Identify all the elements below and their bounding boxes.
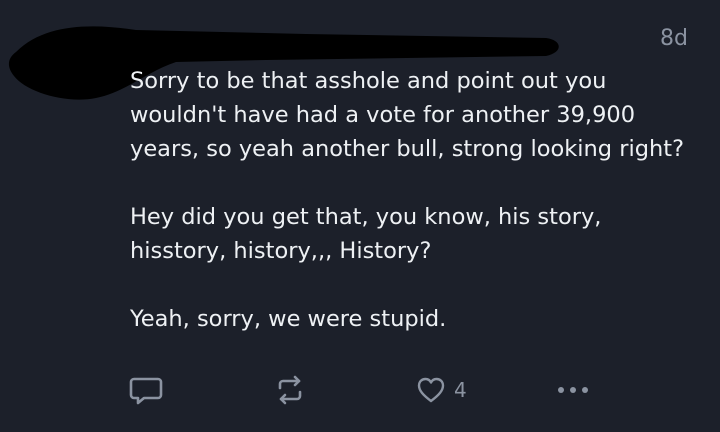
post-card: 8d Sorry to be that asshole and point ou… xyxy=(0,0,720,432)
post-actions: 4 xyxy=(0,370,720,410)
like-count: 4 xyxy=(454,378,467,402)
more-options-button[interactable] xyxy=(556,374,590,406)
post-body: Sorry to be that asshole and point out y… xyxy=(130,64,700,370)
reply-button[interactable] xyxy=(128,374,164,406)
like-button[interactable]: 4 xyxy=(416,374,467,406)
post-timestamp: 8d xyxy=(660,26,688,51)
repost-icon xyxy=(278,375,302,405)
repost-button[interactable] xyxy=(274,374,306,406)
post-paragraph: Sorry to be that asshole and point out y… xyxy=(130,68,685,162)
post-paragraph: Hey did you get that, you know, his stor… xyxy=(130,204,602,264)
heart-icon xyxy=(417,377,445,403)
more-horizontal-icon xyxy=(558,387,588,393)
post-paragraph: Yeah, sorry, we were stupid. xyxy=(130,306,447,332)
reply-icon xyxy=(129,377,163,405)
